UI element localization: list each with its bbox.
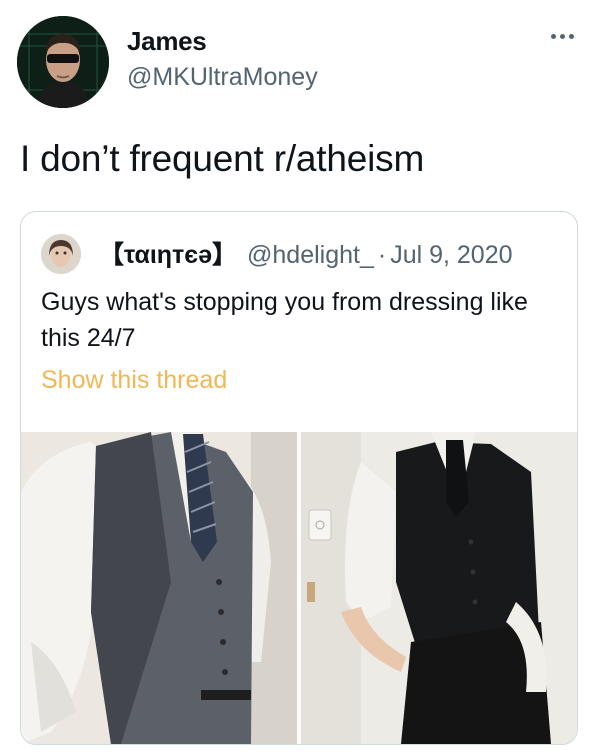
tweet-text: I don’t frequent r/atheism xyxy=(20,138,425,179)
quoted-author-handle[interactable]: @hdelight_ xyxy=(247,241,374,269)
photo-black-vest-pose xyxy=(301,432,577,744)
author-avatar[interactable] xyxy=(17,16,109,108)
quoted-photo-1[interactable] xyxy=(21,432,297,744)
separator-dot: · xyxy=(377,241,387,269)
more-horizontal-icon-dot xyxy=(568,33,574,39)
author-name[interactable]: James xyxy=(127,26,207,57)
user-avatar-icon xyxy=(41,234,81,274)
more-options-button[interactable] xyxy=(544,24,580,48)
quoted-photo-2[interactable] xyxy=(301,432,577,744)
show-thread-link[interactable]: Show this thread xyxy=(41,366,227,395)
quoted-tweet-card[interactable]: 【ταιηтєә】 @hdelight_ · Jul 9, 2020 Guys wha… xyxy=(20,211,578,745)
quoted-tweet-text: Guys what's stopping you from dressing l… xyxy=(41,288,528,352)
user-avatar-icon xyxy=(17,16,109,108)
quoted-tweet-header: 【ταιηтєә】 @hdelight_ · Jul 9, 2020 xyxy=(99,240,513,270)
quoted-author-avatar[interactable] xyxy=(41,234,81,274)
more-horizontal-icon-dot xyxy=(559,33,565,39)
author-handle[interactable]: @MKUltraMoney xyxy=(127,63,318,92)
more-horizontal-icon xyxy=(550,33,556,39)
photo-grey-vest-mirror xyxy=(21,432,297,744)
quoted-author-name[interactable]: 【ταιηтєә】 xyxy=(99,241,237,269)
quoted-tweet-date[interactable]: Jul 9, 2020 xyxy=(390,241,512,269)
tweet: James @MKUltraMoney I don’t frequent r/a… xyxy=(0,0,599,752)
